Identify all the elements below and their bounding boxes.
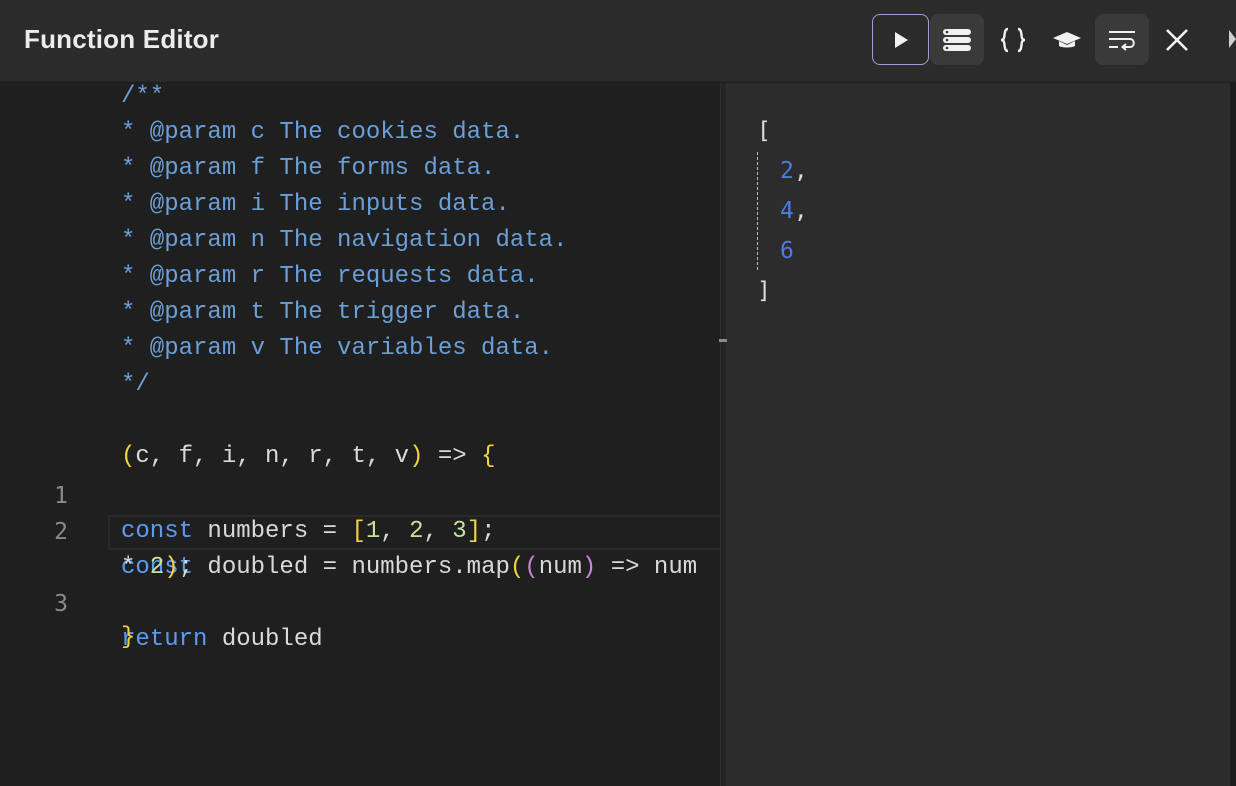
json-number: 4 (780, 198, 794, 224)
code-line: /** (0, 79, 720, 115)
close-icon (1166, 28, 1188, 51)
doc-comment: * @param n The navigation data. (121, 227, 568, 254)
identifier: doubled (207, 626, 323, 653)
json-item: 2, (780, 151, 808, 191)
code-line-1: 1 const numbers = [1, 2, 3]; (0, 442, 720, 545)
code-line-close: } (0, 584, 720, 651)
indent-guide (757, 152, 758, 270)
code-line: * @param t The trigger data. (0, 295, 720, 331)
doc-comment: * @param f The forms data. (121, 155, 496, 182)
brace: } (121, 624, 136, 651)
code-line: * @param i The inputs data. (0, 187, 720, 223)
learn-button[interactable] (1040, 14, 1094, 65)
code-line-2: 2 const doubled = numbers.map((num) => n… (0, 478, 720, 581)
function-signature: (c, f, i, n, r, t, v) => { (0, 403, 720, 470)
json-number: 2 (780, 158, 794, 184)
code-text: return doubled (121, 622, 323, 658)
json-item: 6 (780, 231, 794, 271)
code-line: * @param c The cookies data. (0, 115, 720, 151)
results-view-button[interactable] (930, 14, 984, 65)
format-button[interactable] (986, 14, 1040, 65)
json-open-bracket: [ (757, 118, 771, 144)
code-line: * @param n The navigation data. (0, 223, 720, 259)
code-line-2-wrap: * 2); (0, 514, 720, 581)
stack-icon (943, 28, 971, 51)
word-wrap-button[interactable] (1095, 14, 1149, 65)
scrollbar-track[interactable] (1230, 83, 1236, 786)
code-line: * @param v The variables data. (0, 331, 720, 367)
close-button[interactable] (1150, 14, 1204, 65)
run-button[interactable] (872, 14, 929, 65)
doc-comment: * @param i The inputs data. (121, 191, 510, 218)
graduation-cap-icon (1053, 31, 1081, 47)
json-item: 4, (780, 191, 808, 231)
doc-comment: */ (121, 371, 150, 398)
doc-comment: * @param r The requests data. (121, 263, 539, 290)
json-comma: , (793, 198, 808, 224)
json-close-bracket: ] (757, 278, 771, 304)
code-line: * @param f The forms data. (0, 151, 720, 187)
pane-splitter[interactable] (720, 83, 727, 786)
json-comma: , (793, 158, 808, 184)
doc-comment: /** (121, 83, 165, 110)
code-line: */ (0, 367, 720, 403)
code-line-3: 3 return doubled (0, 550, 720, 653)
doc-comment: * @param t The trigger data. (121, 299, 525, 326)
code-line: * @param r The requests data. (0, 259, 720, 295)
page-title: Function Editor (24, 24, 220, 54)
wrap-text-icon (1109, 30, 1135, 51)
doc-comment: * @param c The cookies data. (121, 119, 525, 146)
braces-icon (1000, 27, 1026, 52)
json-number: 6 (780, 238, 794, 264)
chevron-right-icon[interactable] (1229, 28, 1236, 50)
editor-header: Function Editor (0, 0, 1236, 82)
doc-comment: * @param v The variables data. (121, 335, 554, 362)
splitter-handle[interactable] (719, 339, 727, 342)
play-icon (894, 31, 908, 48)
